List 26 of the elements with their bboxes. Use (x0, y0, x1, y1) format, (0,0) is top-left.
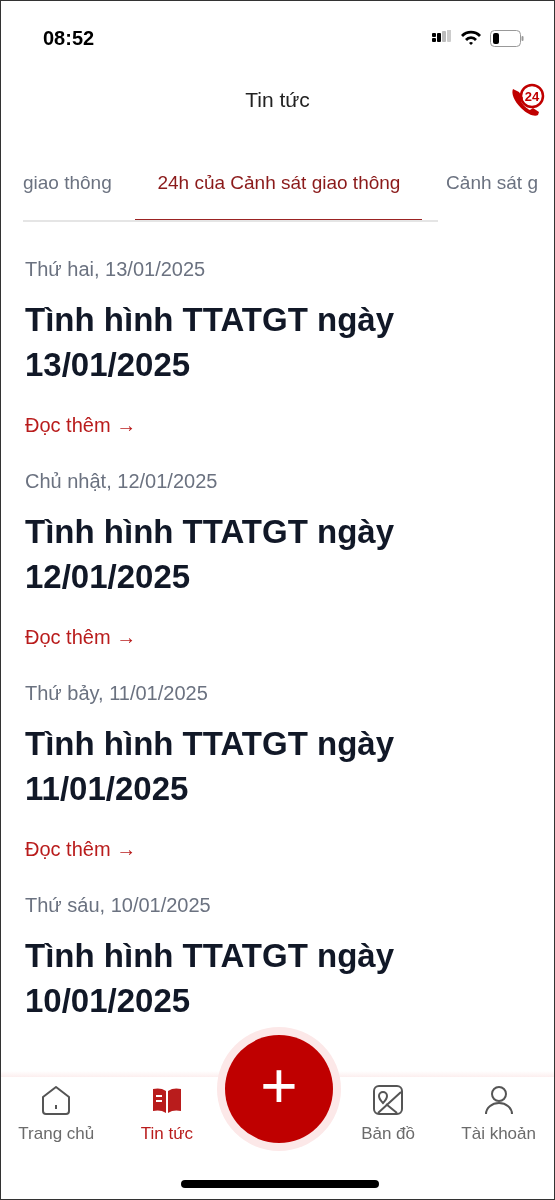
read-more-link[interactable]: Đọc thêm → (25, 622, 137, 652)
nav-tab[interactable]: Bản đồ (361, 1083, 415, 1147)
tab[interactable]: giao thông (23, 168, 112, 222)
status-time: 08:52 (43, 26, 95, 51)
article-title[interactable]: Tình hình TTATGT ngày 12/01/2025 (25, 509, 445, 599)
article-title[interactable]: Tình hình TTATGT ngày 11/01/2025 (25, 721, 445, 811)
nav-tab[interactable]: Trang chủ (18, 1083, 95, 1147)
article-date: Chủ nhật, 12/01/2025 (25, 469, 219, 494)
hotline-number: 24 (524, 89, 540, 104)
tab[interactable]: 24h của Cảnh sát giao thông (135, 168, 423, 222)
article-date: Thứ sáu, 10/01/2025 (25, 893, 212, 918)
article-title[interactable]: Tình hình TTATGT ngày 10/01/2025 (25, 933, 445, 1023)
person-icon (483, 1085, 514, 1115)
page-title: Tin tức (245, 87, 310, 114)
article-date: Thứ hai, 13/01/2025 (25, 257, 207, 282)
nav-tab[interactable]: Tài khoản (461, 1083, 536, 1147)
read-more-link[interactable]: Đọc thêm → (25, 410, 137, 440)
read-more-link[interactable]: Đọc thêm → (25, 834, 137, 864)
article-date: Thứ bảy, 11/01/2025 (25, 681, 209, 706)
tab[interactable]: Cảnh sát g (446, 168, 538, 222)
nav-tab[interactable]: Tin tức (140, 1083, 194, 1147)
article-title[interactable]: Tình hình TTATGT ngày 13/01/2025 (25, 297, 445, 387)
map-icon (372, 1084, 405, 1116)
wifi-icon (460, 30, 482, 46)
battery-icon (490, 29, 524, 47)
open-book-icon (150, 1085, 183, 1115)
